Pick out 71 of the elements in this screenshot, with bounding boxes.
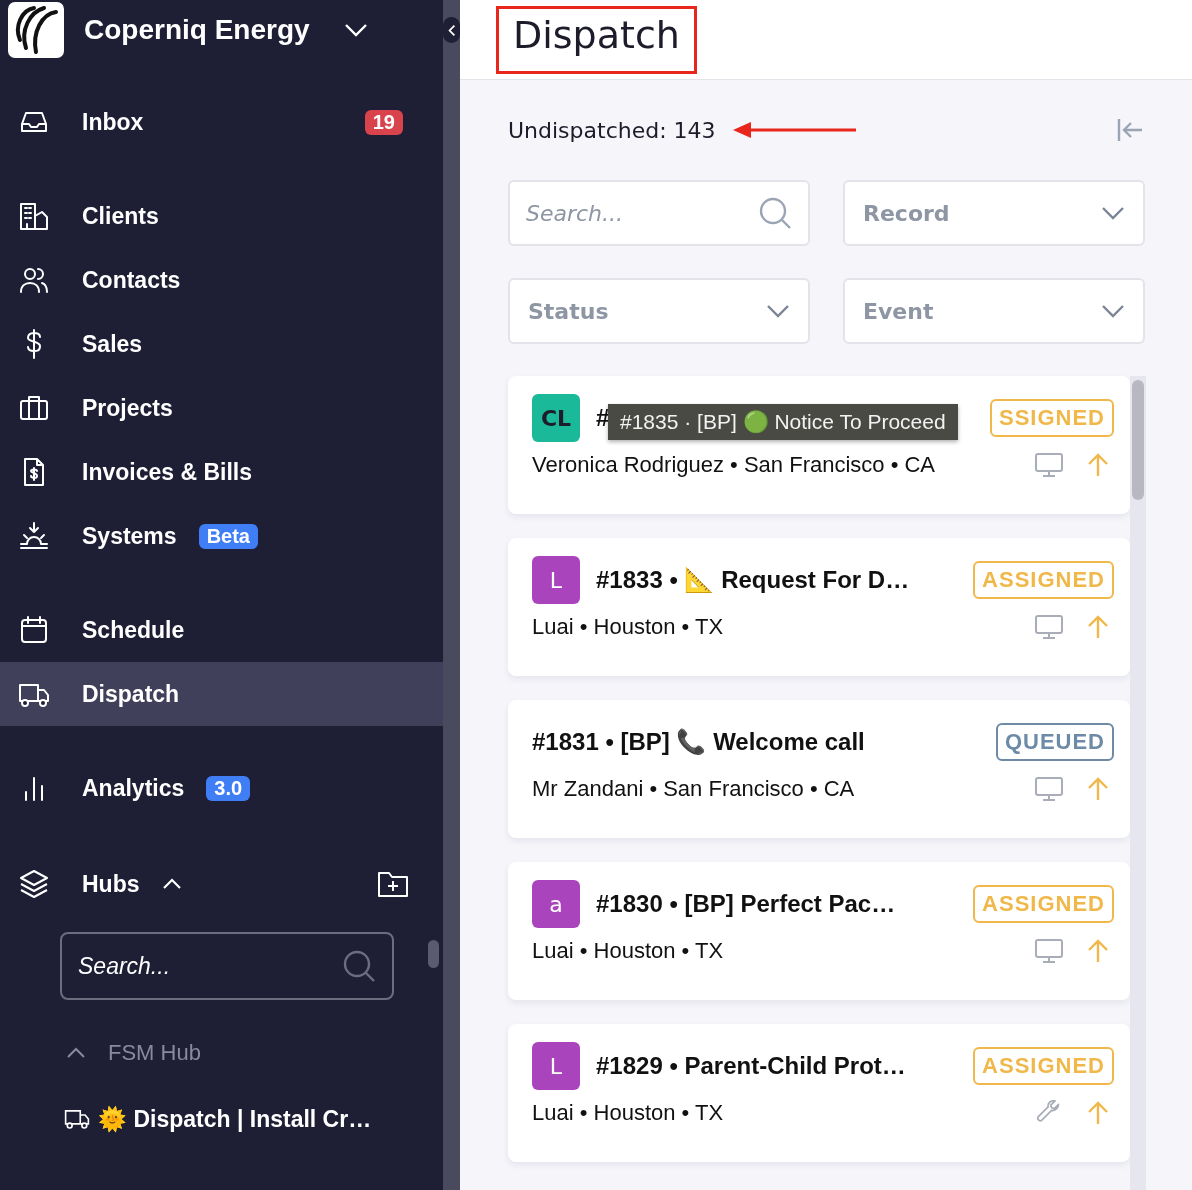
card-location: Luai • Houston • TX <box>532 614 724 640</box>
dispatch-card[interactable]: L #1833 • 📐 Request For D… ASSIGNED Luai • Houston • TX <box>508 538 1130 676</box>
card-location: Luai • Houston • TX <box>532 938 724 964</box>
nav-badge: 19 <box>364 109 403 135</box>
scrollbar-thumb[interactable] <box>428 940 439 968</box>
avatar: CL <box>532 394 580 442</box>
card-title: # <box>596 404 610 432</box>
search-icon <box>342 949 376 983</box>
nav-item[interactable]: Contacts <box>0 248 443 312</box>
nav-item[interactable]: Systems Beta <box>0 504 443 568</box>
nav-item[interactable]: Clients <box>0 184 443 248</box>
dispatch-card[interactable]: L #1829 • Parent-Child Prot… ASSIGNED Luai • Houston • TX <box>508 1024 1130 1162</box>
nav-item[interactable]: Sales <box>0 312 443 376</box>
monitor-icon <box>1034 776 1064 802</box>
truck-icon <box>64 1108 90 1130</box>
card-location: Mr Zandani • San Francisco • CA <box>532 776 855 802</box>
page-title: Dispatch <box>496 5 697 74</box>
building-icon <box>18 200 50 232</box>
avatar: L <box>532 1042 580 1090</box>
collapse-panel-icon[interactable] <box>1116 117 1144 143</box>
card-title: #1830 • [BP] Perfect Pac… <box>596 890 896 918</box>
chevron-down-icon <box>1101 206 1125 220</box>
nav-item[interactable]: Projects <box>0 376 443 440</box>
hubs-label[interactable]: Hubs <box>82 870 140 898</box>
layers-icon <box>18 868 50 900</box>
status-badge: ASSIGNED <box>973 1047 1114 1085</box>
search-field[interactable]: Search... <box>508 180 810 246</box>
nav-item[interactable]: Dispatch <box>0 662 443 726</box>
status-badge: SSIGNED <box>989 399 1114 437</box>
nav-item[interactable]: Inbox 19 <box>0 90 443 154</box>
status-badge: ASSIGNED <box>973 561 1114 599</box>
nav-item[interactable]: Analytics 3.0 <box>0 756 443 820</box>
chevron-down-icon[interactable] <box>343 23 368 37</box>
chevron-left-icon <box>447 23 456 37</box>
chevron-down-icon <box>766 304 790 318</box>
status-badge: ASSIGNED <box>973 885 1114 923</box>
status-badge: QUEUED <box>995 723 1114 761</box>
dispatch-card[interactable]: a #1830 • [BP] Perfect Pac… ASSIGNED Luai • Houston • TX <box>508 862 1130 1000</box>
scrollbar-thumb[interactable] <box>1132 380 1144 500</box>
nav-badge: Beta <box>198 523 258 549</box>
hub-search-field[interactable]: Search... <box>60 932 394 1000</box>
hub-item[interactable]: 🌞 Dispatch | Install Cr… <box>98 1105 372 1133</box>
sun-icon <box>18 520 50 552</box>
calendar-icon <box>18 614 50 646</box>
nav-badge: 3.0 <box>206 775 251 801</box>
monitor-icon <box>1034 452 1064 478</box>
arrow-up-icon[interactable] <box>1086 614 1110 640</box>
undispatched-count: Undispatched: 143 <box>508 117 716 143</box>
card-title: #1831 • [BP] 📞 Welcome call <box>532 728 865 756</box>
hub-group-label[interactable]: FSM Hub <box>108 1040 201 1066</box>
arrow-up-icon[interactable] <box>1086 1100 1110 1126</box>
card-title: #1833 • 📐 Request For D… <box>596 566 910 594</box>
nav-item[interactable]: Invoices & Bills <box>0 440 443 504</box>
avatar: L <box>532 556 580 604</box>
card-title: #1829 • Parent-Child Prot… <box>596 1052 906 1080</box>
monitor-icon <box>1034 938 1064 964</box>
nav-item[interactable]: Schedule <box>0 598 443 662</box>
tooltip: #1835 · [BP] 🟢 Notice To Proceed <box>608 404 958 440</box>
avatar: a <box>532 880 580 928</box>
monitor-icon <box>1034 614 1064 640</box>
org-name[interactable]: Coperniq Energy <box>84 14 310 46</box>
search-icon <box>758 196 792 230</box>
arrow-up-icon[interactable] <box>1086 452 1110 478</box>
folder-add-icon[interactable] <box>377 870 409 898</box>
collapse-sidebar-button[interactable] <box>443 17 460 43</box>
dispatch-card[interactable]: #1831 • [BP] 📞 Welcome call QUEUED Mr Zandani • San Francisco • CA <box>508 700 1130 838</box>
card-location: Luai • Houston • TX <box>532 1100 724 1126</box>
arrow-up-icon[interactable] <box>1086 776 1110 802</box>
chevron-down-icon <box>1101 304 1125 318</box>
arrow-up-icon[interactable] <box>1086 938 1110 964</box>
card-location: Veronica Rodriguez • San Francisco • CA <box>532 452 936 478</box>
